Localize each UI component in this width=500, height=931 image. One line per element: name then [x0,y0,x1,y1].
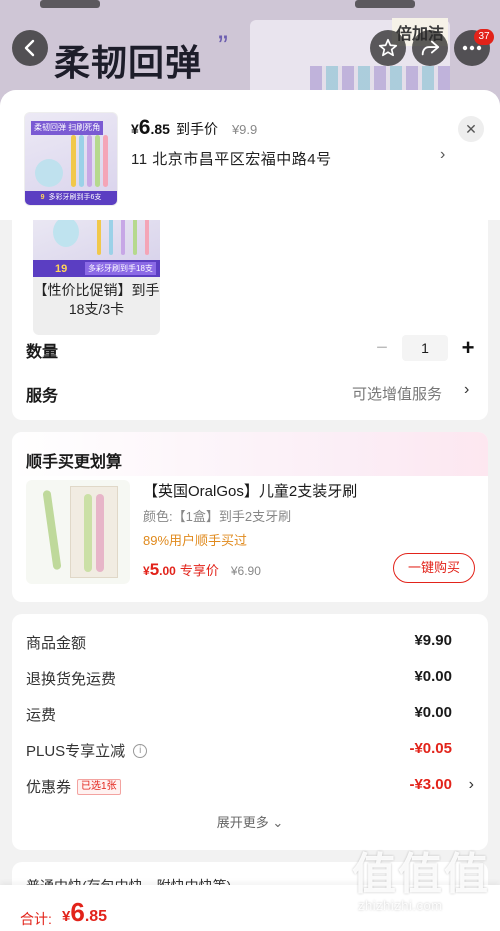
total-label: 合计: [20,911,52,927]
add-on-title: 顺手买更划算 [26,454,123,471]
product-thumbnail: 柔韧回弹 扫刷死角 9 多彩牙刷到手6支 [24,112,118,206]
spec-option-label: 【性价比促销】到手18支/3卡 [33,282,160,317]
original-price: ¥9.9 [231,122,258,137]
spec-options-card: 19 多彩牙刷到手18支 【性价比促销】到手18支/3卡 数量 − 1 + 服务… [12,190,488,420]
purchase-sheet: 柔韧回弹 扫刷死角 9 多彩牙刷到手6支 ¥ 6 .85 到手价 ¥9.9 11 … [0,90,500,931]
brush-graphic [79,135,84,187]
add-on-product-image[interactable] [26,480,130,584]
price-integer: 6 [138,116,151,139]
watermark-logo: 值值值 [352,850,490,899]
status-bar-time [40,0,100,8]
spec-tag: 多彩牙刷到手18支 [85,262,156,275]
summary-label: 商品金额 [26,635,87,652]
summary-row: PLUS专享立减 i -¥0.05 [26,740,474,762]
total-integer: 6 [70,897,85,927]
quantity-input[interactable]: 1 [402,335,448,361]
chevron-right-icon[interactable]: › [440,146,445,164]
expand-more-button[interactable]: 展开更多 ⌄ [12,812,488,831]
price-summary-card: 商品金额 ¥9.90 退换货免运费 ¥0.00 运费 ¥0.00 PLUS专享立… [12,614,488,850]
price-currency: ¥ [143,564,150,578]
brush-graphic [95,135,100,187]
price-currency: ¥ [131,121,139,137]
quantity-increase-button[interactable]: + [454,335,482,361]
add-on-hint: 89%用户顺手买过 [143,533,248,548]
summary-label: PLUS专享立减 i [26,740,148,761]
brush-graphic [84,494,92,572]
add-on-product-name[interactable]: 【英国OralGos】儿童2支装牙刷 [143,480,357,501]
quantity-label: 数量 [26,344,59,361]
star-icon [378,38,398,57]
summary-value: ¥0.00 [414,704,452,721]
coupon-row[interactable]: 优惠券 已选1张 -¥3.00 › [26,776,474,798]
brush-head-graphic [53,217,79,247]
original-price: ¥6.90 [230,564,261,578]
brush-graphic [87,135,92,187]
brush-graphic [71,135,76,187]
summary-row: 商品金额 ¥9.90 [26,632,474,654]
thumbnail-footer-text: 多彩牙刷到手6支 [48,194,102,201]
chevron-left-icon [24,39,35,57]
coupon-badge: 已选1张 [77,778,121,795]
brush-graphic [96,494,104,572]
brush-graphic [42,489,62,571]
quantity-stepper: − 1 + [368,335,482,361]
coupon-label: 优惠券 [26,779,72,796]
quote-mark-icon: ” [218,30,228,63]
delivery-address[interactable]: 11 北京市昌平区宏福中路4号 [131,148,332,169]
price-tag: 到手价 [175,121,218,137]
summary-label: 优惠券 已选1张 [26,776,121,797]
one-click-buy-button[interactable]: 一键购买 [393,553,475,583]
thumbnail-price: 9 [40,194,45,201]
total-currency: ¥ [62,908,71,925]
summary-row: 退换货免运费 ¥0.00 [26,668,474,690]
add-on-card: 顺手买更划算 【英国OralGos】儿童2支装牙刷 颜色:【1盒】到手2支牙刷 … [12,432,488,602]
add-on-product-spec: 颜色:【1盒】到手2支牙刷 [143,509,292,524]
background-headline: 柔韧回弹 [54,42,203,83]
product-price: ¥ 6 .85 到手价 ¥9.9 [131,116,257,140]
share-icon [421,40,440,56]
spec-option[interactable]: 19 多彩牙刷到手18支 【性价比促销】到手18支/3卡 [33,209,160,335]
total-decimal: .85 [84,908,108,925]
status-bar-icons [355,0,415,8]
price-tag: 专享价 [179,563,219,578]
spec-price: 19 [55,263,68,275]
thumbnail-footer: 9 多彩牙刷到手6支 [25,191,117,205]
add-on-price: ¥ 5 .00 专享价 ¥6.90 [143,560,261,580]
brush-head-graphic [35,159,63,187]
more-dots-icon [462,45,482,51]
price-integer: 5 [149,560,160,579]
thumbnail-tag: 柔韧回弹 扫刷死角 [31,121,104,135]
watermark-url: zhizhizhi.com [358,898,443,913]
plus-discount-label: PLUS专享立减 [26,743,126,760]
price-decimal: .85 [150,121,170,137]
close-button[interactable]: ✕ [458,116,484,142]
product-summary-card: 柔韧回弹 扫刷死角 9 多彩牙刷到手6支 ¥ 6 .85 到手价 ¥9.9 11 … [0,90,500,220]
share-button[interactable] [412,30,448,66]
back-button[interactable] [12,30,48,66]
message-count-badge: 37 [474,29,494,45]
service-hint[interactable]: 可选增值服务 [352,383,442,404]
price-decimal: .00 [159,564,176,578]
summary-label: 退换货免运费 [26,671,117,688]
service-label: 服务 [26,388,59,405]
summary-value: ¥9.90 [414,632,452,649]
summary-value: ¥0.00 [414,668,452,685]
favorite-button[interactable] [370,30,406,66]
total-amount: ¥ 6 .85 [62,897,107,928]
summary-value: -¥0.05 [409,740,452,757]
summary-row: 运费 ¥0.00 [26,704,474,726]
chevron-right-icon[interactable]: › [464,381,469,399]
package-graphic [70,486,118,578]
summary-label: 运费 [26,707,57,724]
site-watermark: 值值值 zhizhizhi.com [352,850,492,914]
quantity-decrease-button[interactable]: − [368,337,396,360]
brush-graphic [103,135,108,187]
summary-value: -¥3.00 [409,776,452,793]
info-icon[interactable]: i [133,743,148,758]
chevron-right-icon[interactable]: › [469,776,474,794]
